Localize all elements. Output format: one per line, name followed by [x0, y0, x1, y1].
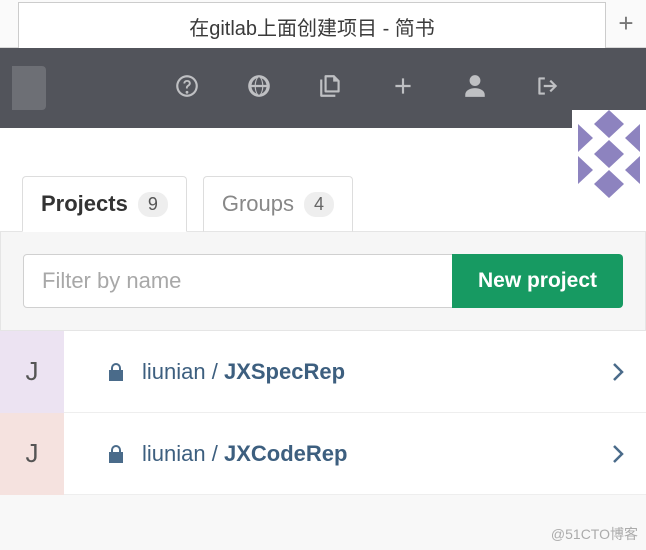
tab-count-badge: 9: [138, 192, 168, 217]
gitlab-navbar: [0, 48, 646, 128]
project-path: liunian / JXSpecRep: [138, 359, 590, 385]
chevron-right-icon: [590, 444, 646, 464]
globe-icon[interactable]: [246, 73, 272, 104]
tab-groups[interactable]: Groups 4: [203, 176, 353, 232]
browser-tab-bar: 在gitlab上面创建项目 - 简书 +: [0, 0, 646, 48]
project-avatar: J: [0, 413, 64, 495]
avatar[interactable]: [572, 110, 646, 198]
project-owner: liunian: [142, 359, 206, 384]
dashboard-tabs: Projects 9 Groups 4: [0, 128, 646, 232]
project-row[interactable]: J liunian / JXSpecRep: [0, 331, 646, 413]
plus-icon: +: [618, 8, 633, 39]
help-icon[interactable]: [174, 73, 200, 104]
tab-label: Projects: [41, 191, 128, 217]
filter-input[interactable]: [23, 254, 453, 308]
project-row[interactable]: J liunian / JXCodeRep: [0, 413, 646, 495]
project-avatar: J: [0, 331, 64, 413]
project-path: liunian / JXCodeRep: [138, 441, 590, 467]
project-name-text: JXSpecRep: [224, 359, 345, 384]
browser-tab-title: 在gitlab上面创建项目 - 简书: [189, 12, 435, 41]
logout-icon[interactable]: [534, 73, 560, 104]
plus-icon[interactable]: [390, 73, 416, 104]
user-icon[interactable]: [462, 73, 488, 104]
browser-tab[interactable]: 在gitlab上面创建项目 - 简书: [18, 2, 606, 50]
tab-count-badge: 4: [304, 192, 334, 217]
lock-icon: [94, 444, 138, 464]
filter-bar: New project: [0, 232, 646, 331]
project-list: J liunian / JXSpecRep J liunian / JXCode…: [0, 331, 646, 495]
tab-label: Groups: [222, 191, 294, 217]
project-name-text: JXCodeRep: [224, 441, 347, 466]
project-owner: liunian: [142, 441, 206, 466]
project-initial: J: [26, 438, 39, 469]
tab-projects[interactable]: Projects 9: [22, 176, 187, 232]
watermark: @51CTO博客: [551, 524, 638, 544]
navbar-icon-group: [174, 73, 560, 104]
project-initial: J: [26, 356, 39, 387]
lock-icon: [94, 362, 138, 382]
search-box-collapsed[interactable]: [12, 66, 46, 110]
new-project-button[interactable]: New project: [452, 254, 623, 308]
new-tab-button[interactable]: +: [606, 0, 646, 48]
files-icon[interactable]: [318, 73, 344, 104]
chevron-right-icon: [590, 362, 646, 382]
